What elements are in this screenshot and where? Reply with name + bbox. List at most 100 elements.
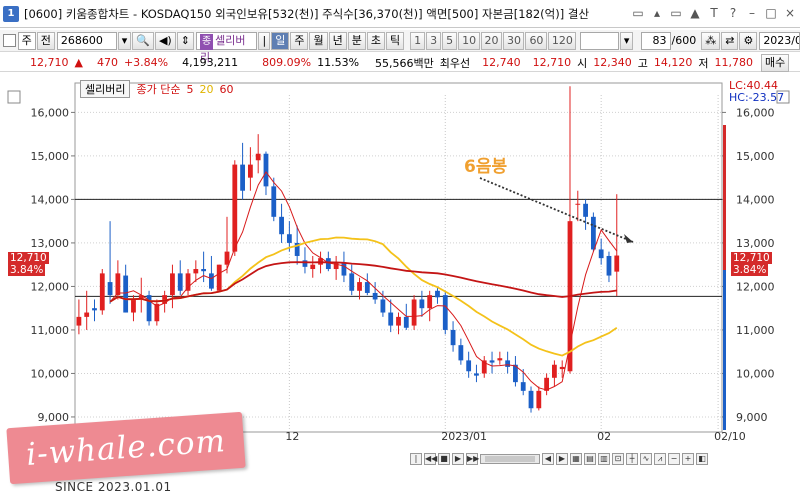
low-price: 11,780 bbox=[714, 56, 754, 69]
candle-icon[interactable]: ┼ bbox=[626, 453, 638, 465]
prev-button[interactable]: 전 bbox=[36, 31, 55, 50]
buy-button[interactable]: 매수 bbox=[761, 53, 790, 72]
minute-option-5[interactable]: 5 bbox=[442, 31, 458, 50]
candle-body bbox=[575, 203, 581, 205]
candle-body bbox=[99, 273, 105, 311]
candle-body bbox=[435, 290, 440, 298]
layout-icon[interactable]: ▥ bbox=[598, 453, 610, 465]
scroll-back-fast-icon[interactable]: ◀◀ bbox=[424, 453, 437, 465]
minute-option-10[interactable]: 10 bbox=[458, 31, 480, 50]
stop-icon[interactable]: ■ bbox=[438, 453, 450, 465]
interval-tick[interactable]: 틱 bbox=[385, 31, 405, 50]
count-input[interactable]: 83 bbox=[641, 31, 671, 50]
candle-body bbox=[614, 255, 620, 272]
y-tick-label-right: 13,000 bbox=[736, 237, 775, 250]
candle-body bbox=[411, 299, 417, 326]
count-total: /600 bbox=[671, 34, 697, 47]
y-tick-label-left: 13,000 bbox=[31, 237, 70, 250]
candle-body bbox=[606, 255, 612, 276]
trade-amount: 55,566백만 bbox=[375, 56, 434, 70]
search-icon[interactable]: 🔍 bbox=[132, 31, 154, 50]
candle-body bbox=[255, 153, 261, 161]
scroll-forward-fast-icon[interactable]: ▶▶ bbox=[466, 453, 479, 465]
help-icon[interactable]: ? bbox=[727, 6, 739, 20]
legend-ma-label: 종가 단순 bbox=[136, 83, 181, 96]
left-pct-box: 3.84% bbox=[8, 264, 46, 276]
compare-icon[interactable]: ⇄ bbox=[721, 31, 739, 50]
minute-option-30[interactable]: 30 bbox=[502, 31, 525, 50]
open-label: 시 bbox=[577, 56, 588, 70]
custom-interval-dropdown-icon[interactable]: ▾ bbox=[619, 31, 634, 50]
interval-week[interactable]: 주 bbox=[290, 31, 309, 50]
chart-tool-icon[interactable]: ⁂ bbox=[701, 31, 721, 50]
close-icon[interactable]: × bbox=[784, 6, 796, 20]
interval-month[interactable]: 월 bbox=[309, 31, 328, 50]
toolbar-checkbox[interactable] bbox=[3, 34, 16, 47]
chart-legend: 셀리버리 종가 단순 5 20 60 bbox=[80, 80, 233, 98]
candle-body bbox=[216, 264, 222, 291]
maximize-icon[interactable]: □ bbox=[765, 6, 777, 20]
period-select[interactable]: 주 bbox=[17, 31, 36, 50]
reset-icon[interactable]: ◧ bbox=[696, 453, 708, 465]
pin-icon[interactable]: ▲ bbox=[689, 6, 701, 20]
play-icon[interactable]: ▶ bbox=[452, 453, 464, 465]
dock-icon[interactable]: ▭ bbox=[670, 6, 682, 20]
candle-body bbox=[419, 299, 425, 309]
candle-body bbox=[92, 308, 97, 311]
chart-scrollbar[interactable] bbox=[480, 454, 540, 464]
candle-body bbox=[185, 273, 191, 291]
grid-icon[interactable]: ▦ bbox=[570, 453, 582, 465]
hc-label: HC:-23.57 bbox=[729, 91, 785, 104]
settings-icon[interactable]: ⚙ bbox=[739, 31, 758, 50]
up-arrow-icon: ▲ bbox=[74, 56, 83, 69]
scroll-right-icon[interactable]: ▶ bbox=[556, 453, 568, 465]
candle-body bbox=[84, 312, 90, 317]
wave-icon[interactable]: ∿ bbox=[640, 453, 652, 465]
minute-option-1[interactable]: 1 bbox=[410, 31, 426, 50]
interval-second[interactable]: 초 bbox=[366, 31, 385, 50]
window-number: 1 bbox=[3, 5, 19, 22]
window-controls: ▭ ▴ ▭ ▲ T ? – □ × bbox=[632, 6, 796, 20]
minute-option-3[interactable]: 3 bbox=[426, 31, 442, 50]
font-icon[interactable]: T bbox=[708, 6, 720, 20]
up-icon[interactable]: ▴ bbox=[651, 6, 663, 20]
y-tick-label-left: 15,000 bbox=[31, 150, 70, 163]
interval-year[interactable]: 년 bbox=[328, 31, 347, 50]
scroll-start-icon[interactable]: | bbox=[410, 453, 422, 465]
candle-body bbox=[209, 273, 214, 289]
candle-body bbox=[232, 164, 238, 252]
candle-body bbox=[458, 345, 464, 361]
sound-icon[interactable]: ◀) bbox=[154, 31, 176, 50]
date-input[interactable]: 2023/0 bbox=[759, 31, 800, 50]
candle-body bbox=[107, 282, 113, 296]
title-bar: 1 [0600] 키움종합차트 - KOSDAQ150 외국인보유[532(천)… bbox=[0, 0, 800, 28]
bar-icon[interactable]: | bbox=[258, 31, 271, 50]
zoom-fit-icon[interactable]: ⊡ bbox=[612, 453, 624, 465]
legend-ma-60: 60 bbox=[219, 82, 234, 96]
minute-option-20[interactable]: 20 bbox=[480, 31, 502, 50]
right-price-box: 12,710 bbox=[731, 252, 772, 264]
zoom-in-icon[interactable]: + bbox=[682, 453, 694, 465]
x-tick-label: 02 bbox=[597, 430, 611, 443]
stock-code-input[interactable]: 268600 bbox=[56, 31, 117, 50]
y-tick-label-right: 12,000 bbox=[736, 280, 775, 293]
custom-interval-input[interactable] bbox=[580, 31, 619, 50]
minute-option-60[interactable]: 60 bbox=[525, 31, 547, 50]
link-icon[interactable]: ▭ bbox=[632, 6, 644, 20]
watermark-since: SINCE 2023.01.01 bbox=[55, 480, 172, 494]
code-dropdown-icon[interactable]: ▾ bbox=[117, 31, 132, 50]
scroll-thumb[interactable] bbox=[485, 456, 535, 462]
x-tick-label: 02/10 bbox=[714, 430, 746, 443]
mountain-icon[interactable]: ⩘ bbox=[654, 453, 666, 465]
interval-day[interactable]: 일 bbox=[271, 31, 290, 50]
zoom-out-icon[interactable]: − bbox=[668, 453, 680, 465]
candle-body bbox=[598, 249, 604, 259]
stock-name-tag[interactable]: 종 셀리버리 bbox=[195, 31, 258, 64]
scroll-left-icon[interactable]: ◀ bbox=[542, 453, 554, 465]
candle-body bbox=[263, 153, 269, 187]
table-icon[interactable]: ▤ bbox=[584, 453, 596, 465]
minimize-icon[interactable]: – bbox=[746, 6, 758, 20]
interval-minute[interactable]: 분 bbox=[347, 31, 366, 50]
nav-icon[interactable]: ⇕ bbox=[176, 31, 194, 50]
minute-option-120[interactable]: 120 bbox=[547, 31, 577, 50]
